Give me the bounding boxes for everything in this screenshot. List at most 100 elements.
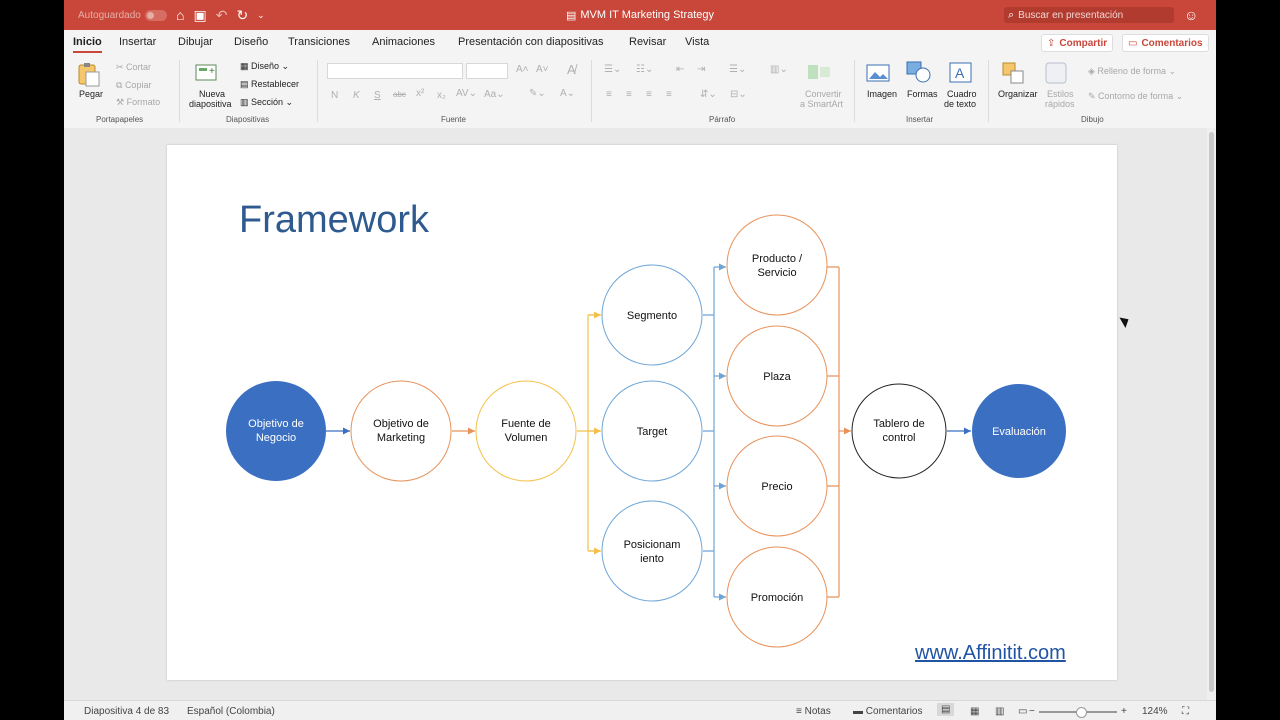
- align-right-icon[interactable]: ≡: [646, 89, 652, 100]
- tab-inicio[interactable]: Inicio: [73, 36, 102, 53]
- node-target[interactable]: Target: [601, 380, 703, 482]
- shapes-label[interactable]: Formas: [907, 89, 938, 99]
- zoom-in-icon[interactable]: +: [1121, 706, 1127, 717]
- slide[interactable]: Framework Objetivo de Negocio Objetivo d…: [167, 145, 1117, 680]
- quick-styles-label-2[interactable]: rápidos: [1045, 99, 1075, 109]
- shape-fill-button[interactable]: ◈ Relleno de forma ⌄: [1088, 66, 1176, 77]
- text-box-icon[interactable]: A: [949, 62, 973, 89]
- columns-icon[interactable]: ▥⌄: [770, 64, 788, 75]
- image-icon[interactable]: [866, 62, 892, 89]
- font-name-select[interactable]: [327, 63, 463, 79]
- cut-button[interactable]: ✂ Cortar: [116, 62, 151, 73]
- italic-button[interactable]: K: [353, 90, 360, 101]
- font-size-select[interactable]: [466, 63, 508, 79]
- paste-label[interactable]: Pegar: [79, 89, 103, 99]
- bullets-icon[interactable]: ☰⌄: [604, 64, 621, 75]
- autosave-switch[interactable]: [144, 9, 167, 21]
- node-promocion[interactable]: Promoción: [726, 546, 828, 648]
- fit-slide-icon[interactable]: ⛶: [1182, 706, 1189, 717]
- align-center-icon[interactable]: ≡: [626, 89, 632, 100]
- node-objetivo-marketing[interactable]: Objetivo de Marketing: [350, 380, 452, 482]
- text-direction-icon[interactable]: ⇵⌄: [700, 89, 717, 100]
- smartart-icon[interactable]: [806, 62, 834, 87]
- node-plaza[interactable]: Plaza: [726, 325, 828, 427]
- share-button[interactable]: ⇪ Compartir: [1041, 34, 1114, 52]
- tab-revisar[interactable]: Revisar: [629, 36, 666, 48]
- zoom-slider-thumb[interactable]: [1076, 707, 1087, 718]
- redo-icon[interactable]: ↻: [236, 0, 248, 30]
- undo-icon[interactable]: ↶: [216, 0, 228, 30]
- comments-button[interactable]: ▭ Comentarios: [1122, 34, 1209, 52]
- node-segmento[interactable]: Segmento: [601, 264, 703, 366]
- arrange-icon[interactable]: [1002, 62, 1028, 91]
- autosave-toggle[interactable]: Autoguardado: [78, 0, 167, 30]
- reading-view-icon[interactable]: ▥: [995, 706, 1004, 717]
- node-objetivo-negocio[interactable]: Objetivo de Negocio: [226, 381, 326, 481]
- vertical-scrollbar[interactable]: [1207, 128, 1216, 700]
- node-producto-servicio[interactable]: Producto / Servicio: [726, 214, 828, 316]
- normal-view-icon[interactable]: ▤: [937, 703, 955, 716]
- node-precio[interactable]: Precio: [726, 435, 828, 537]
- text-box-label-1[interactable]: Cuadro: [947, 89, 977, 99]
- quick-styles-label-1[interactable]: Estilos: [1047, 89, 1074, 99]
- home-icon[interactable]: ⌂: [176, 0, 184, 30]
- subscript-icon[interactable]: x₂: [437, 90, 446, 101]
- feedback-smiley-icon[interactable]: ☺: [1184, 0, 1198, 30]
- shape-outline-button[interactable]: ✎ Contorno de forma ⌄: [1088, 91, 1183, 102]
- line-spacing-icon[interactable]: ☰⌄: [729, 64, 746, 75]
- customize-toolbar-icon[interactable]: ⌄: [257, 0, 265, 30]
- reset-button[interactable]: ▤ Restablecer: [240, 79, 299, 90]
- text-box-label-2[interactable]: de texto: [944, 99, 976, 109]
- image-label[interactable]: Imagen: [867, 89, 897, 99]
- layout-button[interactable]: ▦ Diseño ⌄: [240, 61, 289, 72]
- superscript-icon[interactable]: x²: [416, 88, 424, 99]
- zoom-out-icon[interactable]: −: [1029, 706, 1035, 717]
- tab-animaciones[interactable]: Animaciones: [372, 36, 435, 48]
- grow-font-icon[interactable]: A˄: [516, 64, 529, 75]
- justify-icon[interactable]: ≡: [666, 89, 672, 100]
- format-painter-button[interactable]: ⚒ Formato: [116, 97, 160, 108]
- new-slide-label-2[interactable]: diapositiva: [189, 99, 232, 109]
- smartart-label-1[interactable]: Convertir: [805, 89, 842, 99]
- node-evaluacion[interactable]: Evaluación: [972, 384, 1066, 478]
- clear-format-icon[interactable]: A̸: [567, 62, 576, 77]
- language-indicator[interactable]: Español (Colombia): [187, 706, 275, 717]
- underline-button[interactable]: S: [374, 90, 381, 101]
- strikethrough-button[interactable]: abc: [393, 90, 406, 99]
- slide-sorter-icon[interactable]: ▦: [970, 706, 979, 717]
- shapes-icon[interactable]: [906, 60, 932, 89]
- search-box[interactable]: ⌕ Buscar en presentación: [1004, 7, 1174, 23]
- tab-vista[interactable]: Vista: [685, 36, 709, 48]
- align-left-icon[interactable]: ≡: [606, 89, 612, 100]
- font-color-icon[interactable]: A⌄: [560, 88, 575, 99]
- new-slide-label-1[interactable]: Nueva: [199, 89, 225, 99]
- tab-transiciones[interactable]: Transiciones: [288, 36, 350, 48]
- highlight-icon[interactable]: ✎⌄: [529, 88, 546, 99]
- new-slide-icon[interactable]: +: [194, 62, 220, 89]
- node-fuente-volumen[interactable]: Fuente de Volumen: [475, 380, 577, 482]
- paste-icon[interactable]: [76, 62, 100, 87]
- arrange-label[interactable]: Organizar: [998, 89, 1038, 99]
- notes-button[interactable]: ≡ Notas: [796, 706, 831, 717]
- shrink-font-icon[interactable]: A˅: [536, 64, 549, 75]
- smartart-label-2[interactable]: a SmartArt: [800, 99, 843, 109]
- save-icon[interactable]: ▣: [193, 0, 206, 30]
- character-spacing-icon[interactable]: AV⌄: [456, 88, 477, 99]
- section-button[interactable]: ▥ Sección ⌄: [240, 97, 293, 108]
- tab-insertar[interactable]: Insertar: [119, 36, 156, 48]
- tab-presentacion[interactable]: Presentación con diapositivas: [458, 36, 604, 48]
- tab-dibujar[interactable]: Dibujar: [178, 36, 213, 48]
- tab-diseno[interactable]: Diseño: [234, 36, 268, 48]
- numbering-icon[interactable]: ☷⌄: [636, 64, 653, 75]
- scrollbar-thumb[interactable]: [1209, 132, 1214, 692]
- increase-indent-icon[interactable]: ⇥: [697, 64, 705, 75]
- align-text-icon[interactable]: ⊟⌄: [730, 89, 747, 100]
- node-tablero-control[interactable]: Tablero de control: [851, 383, 947, 479]
- quick-styles-icon[interactable]: [1045, 62, 1071, 91]
- slideshow-icon[interactable]: ▭: [1018, 706, 1027, 717]
- change-case-icon[interactable]: Aa⌄: [484, 89, 505, 100]
- node-posicionamiento[interactable]: Posicionam iento: [601, 500, 703, 602]
- bold-button[interactable]: N: [331, 90, 338, 101]
- copy-button[interactable]: ⧉ Copiar: [116, 80, 151, 91]
- website-link[interactable]: www.Affinitit.com: [915, 642, 1066, 665]
